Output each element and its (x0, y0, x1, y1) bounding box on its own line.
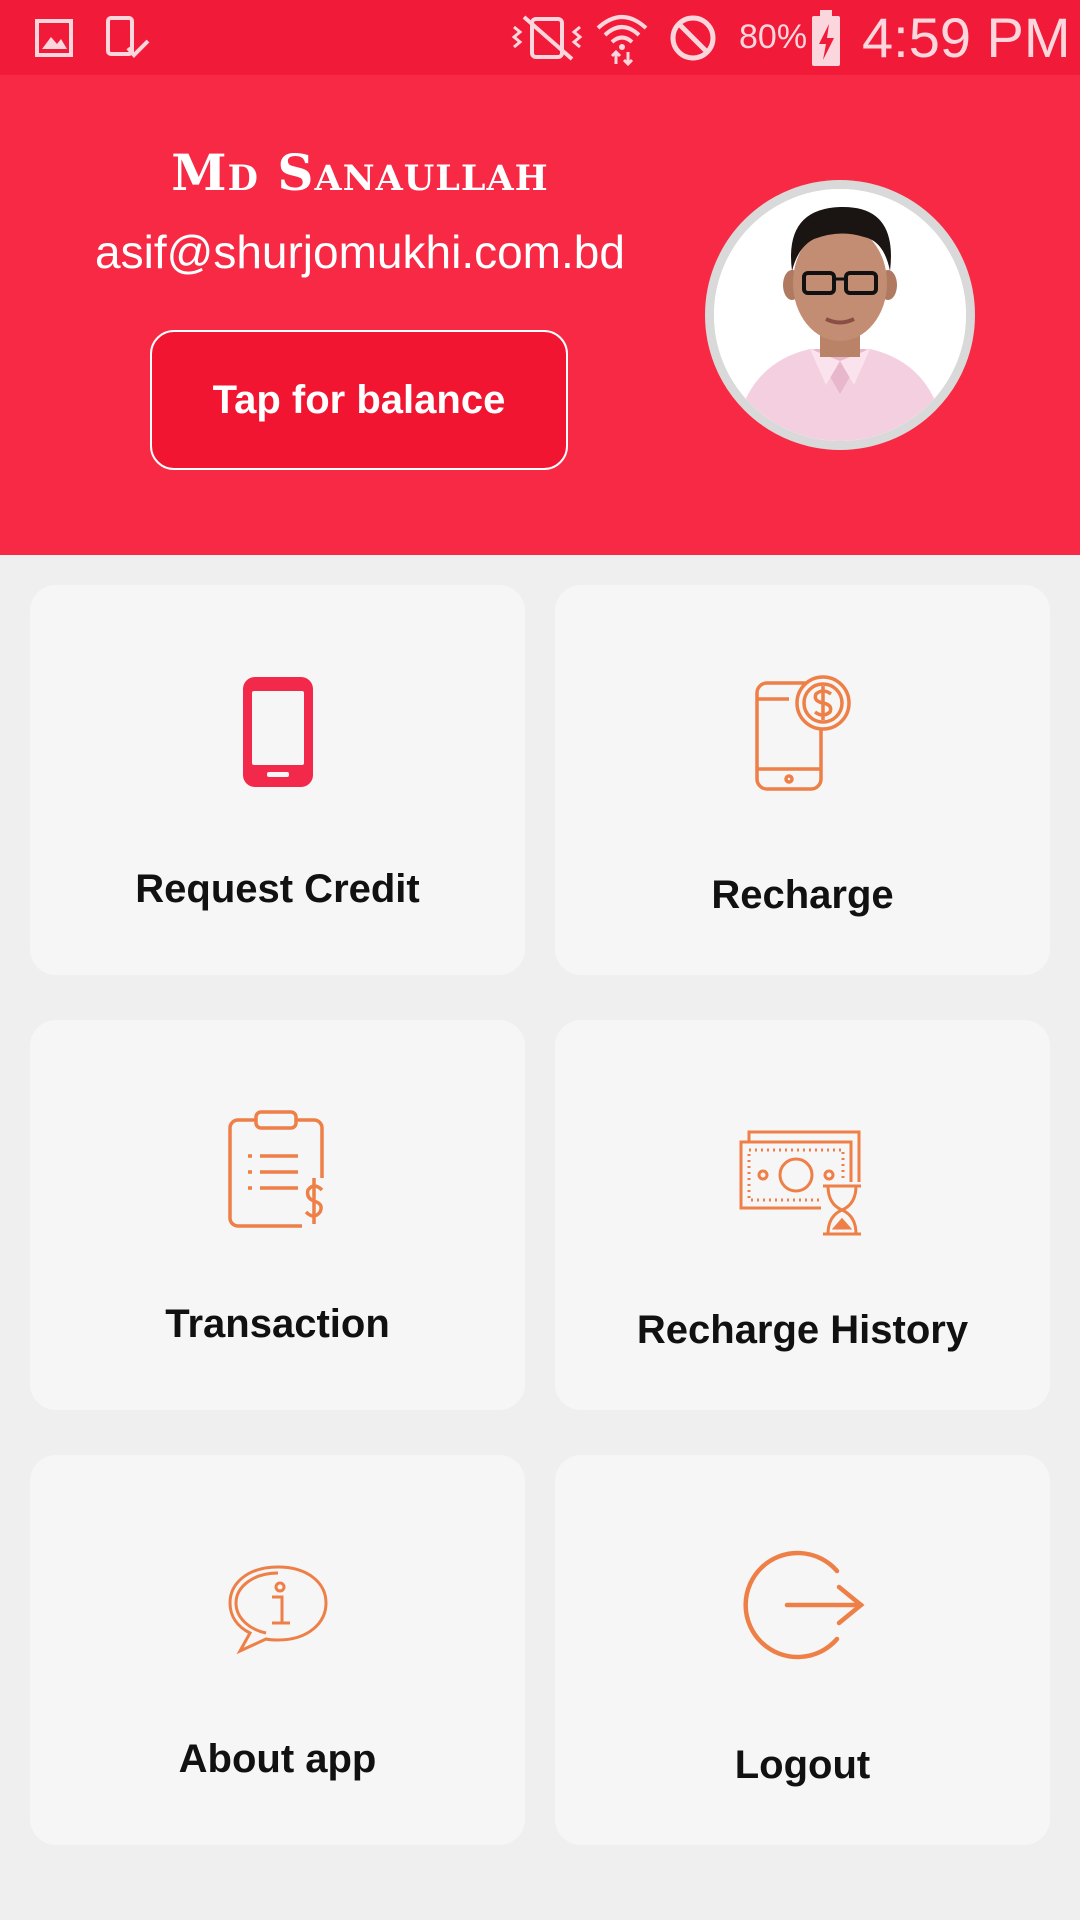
transaction-card[interactable]: Transaction (30, 1020, 525, 1410)
recharge-history-card[interactable]: Recharge History (555, 1020, 1050, 1410)
cash-hourglass-icon (555, 1130, 1050, 1238)
recharge-label: Recharge (711, 873, 894, 917)
do-not-disturb-icon (668, 0, 718, 75)
recharge-card[interactable]: Recharge (555, 585, 1050, 975)
user-name: Md Sanaullah (171, 143, 549, 202)
request-credit-label: Request Credit (135, 867, 420, 911)
logout-icon (555, 1543, 1050, 1667)
about-app-card[interactable]: About app (30, 1455, 525, 1845)
profile-header: Md Sanaullah asif@shurjomukhi.com.bd Tap… (0, 75, 1080, 555)
vibrate-mute-icon (510, 0, 584, 75)
info-bubble-icon (30, 1563, 525, 1655)
avatar[interactable] (705, 180, 975, 450)
wifi-icon (594, 0, 650, 75)
clipboard-dollar-icon (30, 1108, 525, 1230)
logout-label: Logout (734, 1743, 871, 1787)
request-credit-card[interactable]: Request Credit (30, 585, 525, 975)
battery-percent: 80% (739, 18, 808, 56)
about-app-label: About app (178, 1737, 377, 1781)
battery-charging-icon (810, 0, 842, 75)
smartphone-icon (30, 675, 525, 789)
phone-check-icon (104, 0, 150, 75)
logout-card[interactable]: Logout (555, 1455, 1050, 1845)
recharge-history-label: Recharge History (636, 1308, 969, 1352)
gallery-icon (34, 0, 74, 75)
tap-for-balance-button[interactable]: Tap for balance (150, 330, 568, 470)
user-email: asif@shurjomukhi.com.bd (95, 226, 625, 278)
clock: 4:59 PM (862, 6, 1071, 69)
transaction-label: Transaction (165, 1302, 390, 1346)
status-bar: 80% 4:59 PM (0, 0, 1080, 75)
phone-dollar-icon (555, 673, 1050, 793)
